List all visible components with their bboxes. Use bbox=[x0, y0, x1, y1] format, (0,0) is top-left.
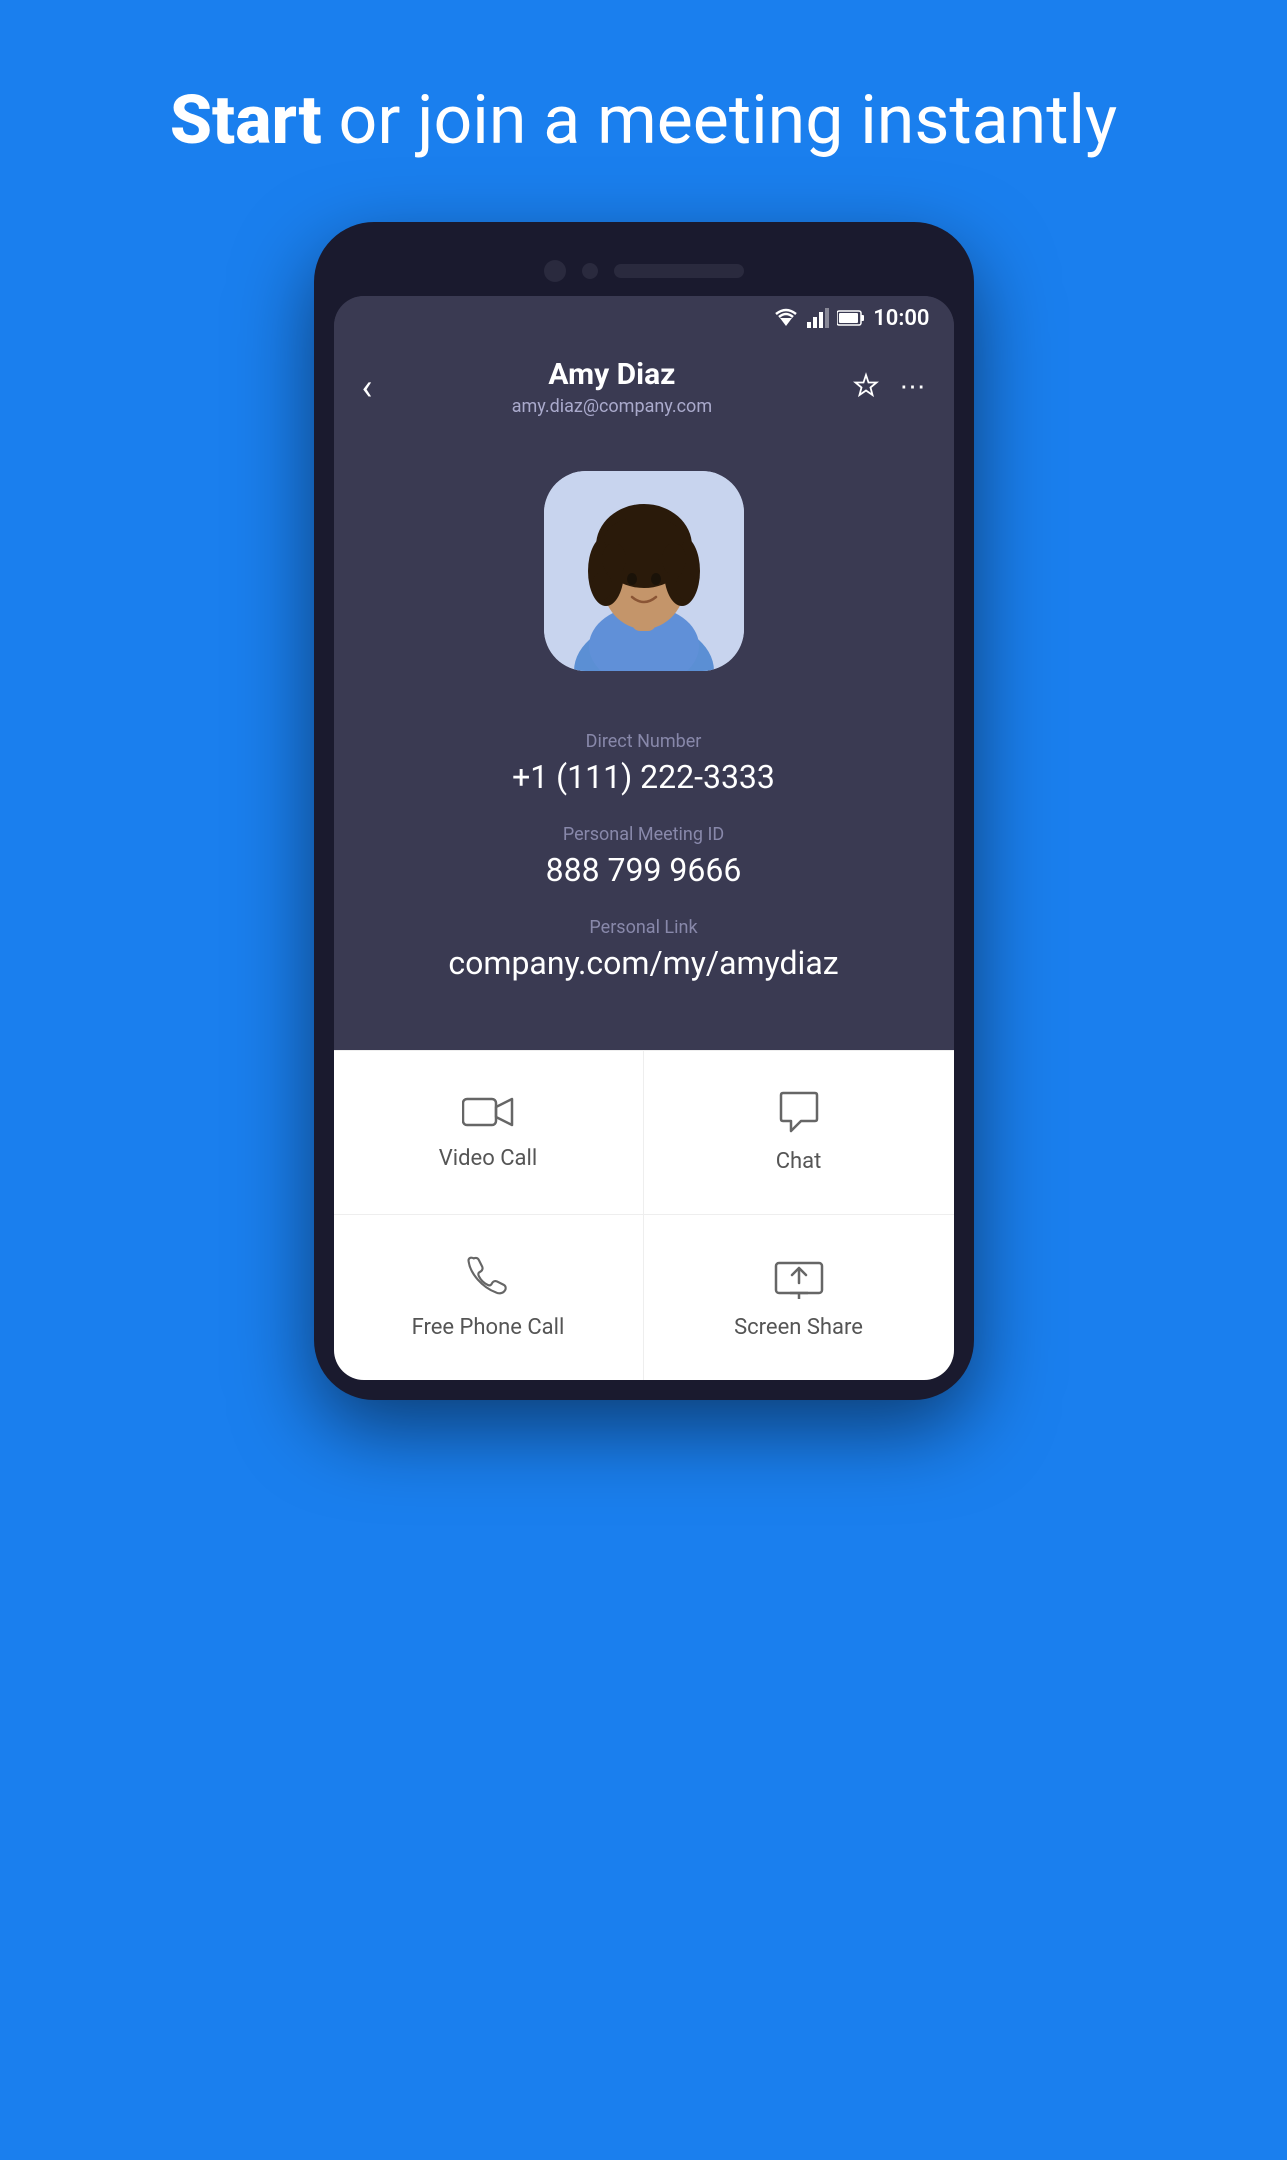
personal-link-label: Personal Link bbox=[334, 917, 954, 938]
status-icons: 10:00 bbox=[773, 306, 929, 331]
phone-screen: 10:00 ‹ Amy Diaz amy.diaz@company.com ⋯ bbox=[334, 296, 954, 1380]
video-call-icon bbox=[462, 1094, 514, 1130]
screen-share-icon bbox=[774, 1255, 824, 1299]
chat-button[interactable]: Chat bbox=[644, 1051, 954, 1215]
time-display: 10:00 bbox=[873, 306, 929, 331]
video-call-button[interactable]: Video Call bbox=[334, 1051, 644, 1215]
status-bar: 10:00 bbox=[334, 296, 954, 341]
chat-label: Chat bbox=[776, 1149, 822, 1174]
avatar bbox=[544, 471, 744, 671]
meeting-id-label: Personal Meeting ID bbox=[334, 824, 954, 845]
chat-icon bbox=[777, 1091, 821, 1133]
battery-icon bbox=[837, 309, 865, 327]
phone-icon bbox=[467, 1255, 509, 1299]
avatar-section bbox=[334, 441, 954, 721]
video-call-label: Video Call bbox=[439, 1146, 537, 1171]
header-rest: or join a meeting instantly bbox=[322, 80, 1117, 160]
direct-number-label: Direct Number bbox=[334, 731, 954, 752]
camera-icon-2 bbox=[582, 263, 598, 279]
more-button[interactable]: ⋯ bbox=[899, 372, 925, 402]
speaker-bar bbox=[614, 264, 744, 278]
free-phone-call-label: Free Phone Call bbox=[412, 1315, 565, 1340]
contact-email: amy.diaz@company.com bbox=[512, 396, 712, 417]
personal-link-value: company.com/my/amydiaz bbox=[334, 944, 954, 982]
contact-details: Direct Number +1 (111) 222-3333 Personal… bbox=[334, 721, 954, 1050]
phone-notch bbox=[334, 242, 954, 296]
signal-icon bbox=[807, 308, 829, 328]
avatar-image bbox=[544, 471, 744, 671]
screen-share-button[interactable]: Screen Share bbox=[644, 1215, 954, 1380]
wifi-icon bbox=[773, 308, 799, 328]
direct-number-value: +1 (111) 222-3333 bbox=[334, 758, 954, 796]
back-button[interactable]: ‹ bbox=[362, 366, 373, 408]
header-actions: ⋯ bbox=[851, 372, 925, 402]
phone-frame: 10:00 ‹ Amy Diaz amy.diaz@company.com ⋯ bbox=[314, 222, 974, 1400]
contact-name: Amy Diaz bbox=[512, 357, 712, 392]
star-icon[interactable] bbox=[851, 372, 881, 402]
meeting-id-value: 888 799 9666 bbox=[334, 851, 954, 889]
contact-header: ‹ Amy Diaz amy.diaz@company.com ⋯ bbox=[334, 341, 954, 441]
page-header: Start or join a meeting instantly bbox=[170, 80, 1117, 162]
contact-info: Amy Diaz amy.diaz@company.com bbox=[512, 357, 712, 417]
screen-share-label: Screen Share bbox=[734, 1315, 863, 1340]
free-phone-call-button[interactable]: Free Phone Call bbox=[334, 1215, 644, 1380]
camera-icon bbox=[544, 260, 566, 282]
header-bold: Start bbox=[170, 80, 322, 160]
actions-grid: Video Call Chat Free Phone Call bbox=[334, 1050, 954, 1380]
